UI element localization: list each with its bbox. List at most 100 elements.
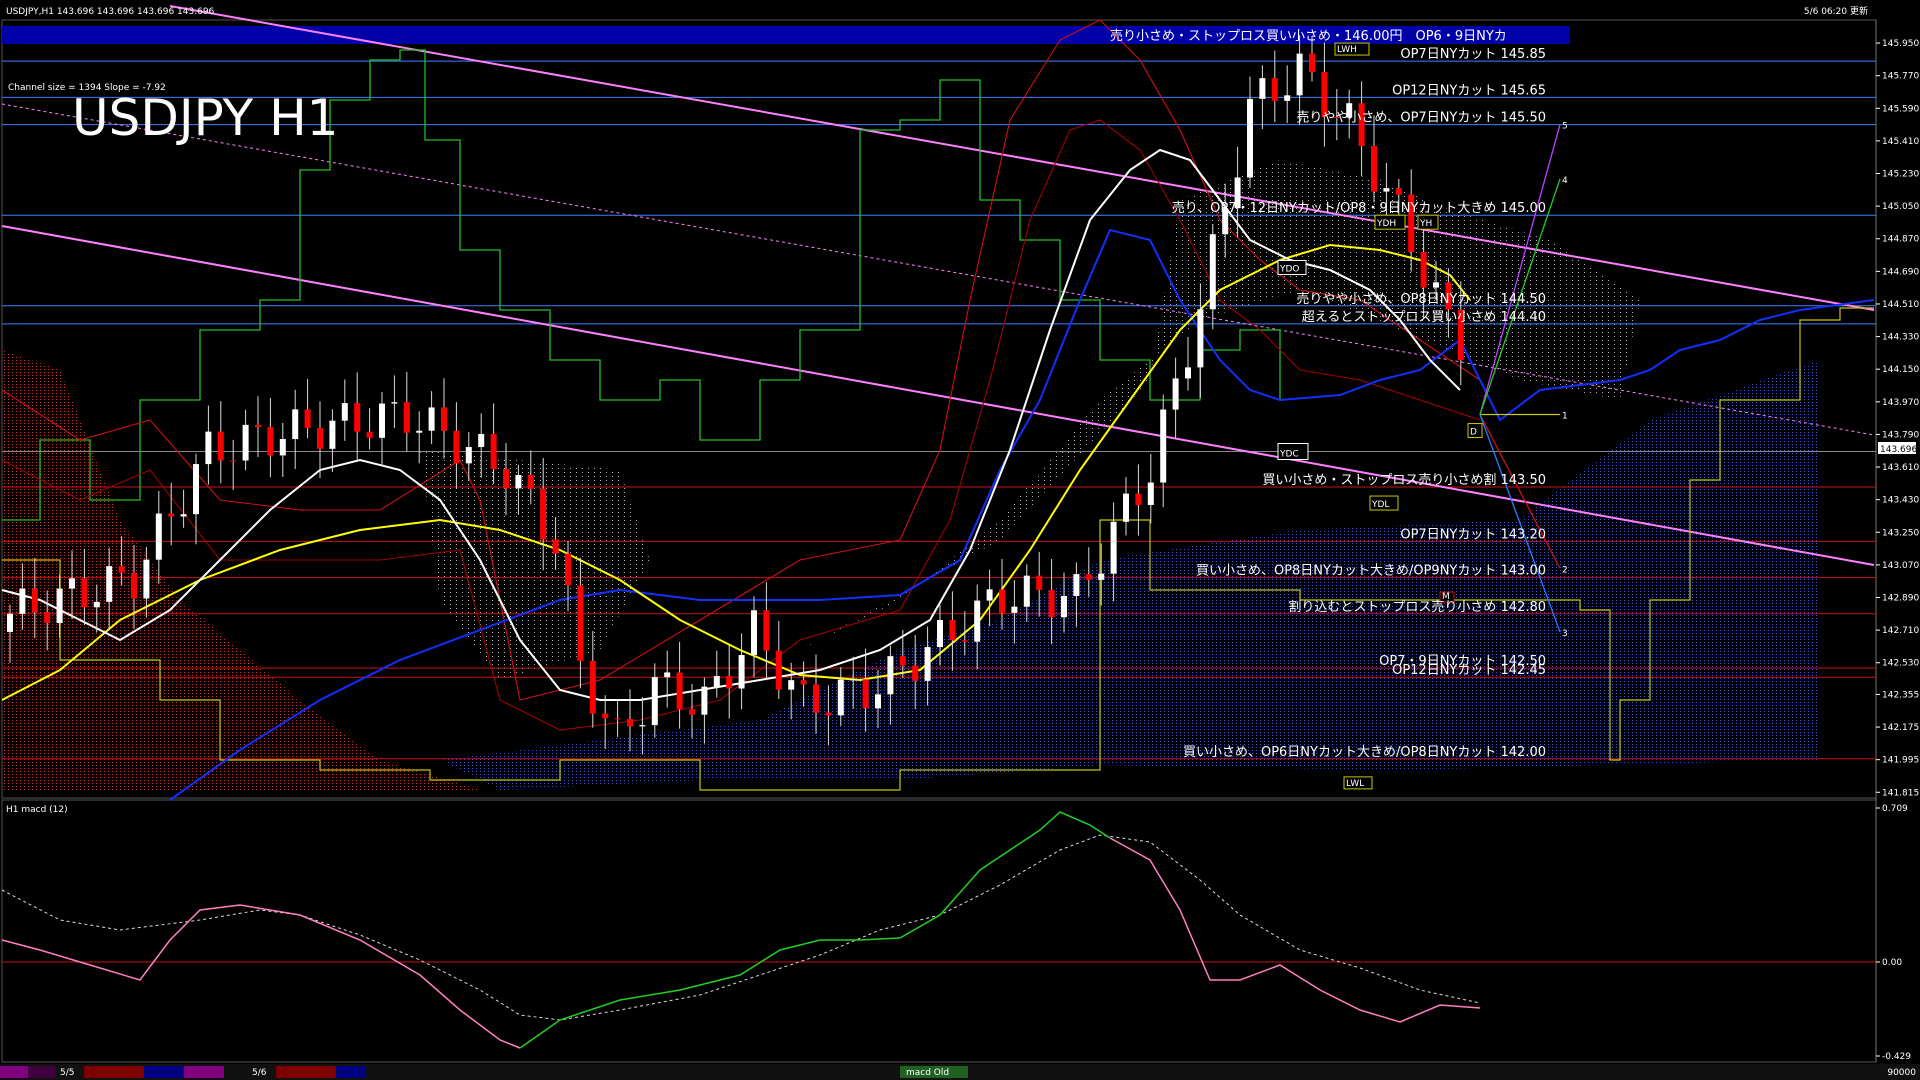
candle-body [1098, 573, 1105, 580]
macd-line-pink-1 [1, 904, 521, 1049]
candle-body [205, 431, 212, 465]
candle-body [329, 420, 336, 449]
y-axis-ticks: 145.950 145.770 145.590 145.410 145.230 145.0… [1876, 39, 1919, 798]
y-tick-label: 141.815 [1882, 788, 1919, 798]
candle-body [106, 566, 113, 602]
candle-body [1048, 589, 1055, 618]
candle-body [1147, 482, 1154, 506]
candle-body [1011, 606, 1018, 613]
marker-box-label: YH [1419, 219, 1432, 229]
candle-body [713, 676, 720, 687]
candle-body [775, 650, 782, 690]
level-label: 割り込むとストップロス売り小さめ 142.80 [1288, 599, 1546, 615]
candle-body [155, 513, 162, 560]
y-tick-label: 141.995 [1882, 756, 1919, 766]
y-tick-label: 145.050 [1882, 202, 1919, 212]
y-tick-label: 143.970 [1882, 398, 1919, 408]
candle-body [565, 553, 571, 586]
candle-body [453, 430, 460, 464]
candle-body [738, 655, 745, 689]
y-tick-label: 145.230 [1882, 170, 1919, 180]
candle-body [602, 713, 609, 719]
candle-body [800, 680, 807, 685]
candle-body [465, 446, 472, 464]
marker-box-label: YDO [1279, 264, 1300, 274]
y-tick-label: 143.430 [1882, 496, 1919, 506]
candle-body [751, 610, 757, 656]
candle-body [230, 460, 237, 462]
level-label: 売りやや小さめ、OP7日NYカット 145.50 [1296, 110, 1546, 126]
candle-body [7, 613, 13, 632]
macd-tab-label[interactable]: macd Old [906, 1068, 949, 1078]
candle-body [651, 677, 658, 726]
candle-body [813, 684, 819, 713]
macd-tick-label: 0.00 [1882, 958, 1902, 968]
candle-body [403, 402, 410, 433]
candle-body [366, 431, 373, 438]
y-tick-label: 142.530 [1882, 659, 1919, 669]
candle-body [1061, 595, 1067, 618]
scenario-label: 1 [1562, 412, 1568, 422]
y-tick-label: 144.870 [1882, 235, 1919, 245]
candle-body [267, 427, 274, 456]
candle-body [577, 585, 584, 661]
candle-body [1023, 575, 1030, 607]
candle-body [664, 672, 671, 678]
scenario-label: 5 [1562, 122, 1568, 132]
candle-body [974, 600, 981, 642]
candle-body [639, 725, 646, 727]
candle-body [69, 578, 75, 589]
candle-body [490, 433, 497, 470]
macd-panel: 0.709 0.00 -0.429 [1, 804, 1911, 1062]
candle-body [1259, 78, 1266, 99]
candle-body [1036, 575, 1043, 590]
level-label: OP12日NYカット 145.65 [1392, 83, 1546, 98]
candle-body [304, 409, 311, 429]
candle-body [887, 656, 894, 695]
level-label: 売り、OP7・12日NYカット/OP8・9日NYカット大きめ 145.00 [1172, 200, 1546, 216]
candle-body [131, 572, 137, 599]
bottom-date-2: 5/6 [252, 1068, 267, 1078]
bottom-right-value: 90000 [1887, 1068, 1916, 1078]
candle-body [44, 612, 51, 624]
y-tick-label: 145.770 [1882, 72, 1919, 82]
candle-body [825, 712, 832, 716]
candle-body [317, 428, 323, 449]
candle-body [1247, 98, 1253, 178]
candle-body [726, 676, 733, 689]
candle-body [875, 694, 881, 709]
marker-box-label: YDL [1371, 500, 1389, 510]
candle-body [1172, 378, 1179, 410]
candle-body [1185, 367, 1191, 379]
candle-body [701, 686, 708, 715]
macd-tick-label: -0.429 [1882, 1052, 1911, 1062]
candle-body [850, 679, 857, 681]
candle-body [279, 439, 286, 456]
current-price: 143.696 [1880, 445, 1917, 455]
candle-body [515, 474, 522, 489]
macd-tick-label: 0.709 [1882, 804, 1908, 814]
candle-body [379, 403, 385, 438]
candle-body [540, 488, 547, 540]
candle-body [589, 660, 596, 714]
candle-body [763, 610, 770, 651]
y-tick-label: 145.410 [1882, 137, 1919, 147]
candle-body [428, 407, 435, 431]
y-tick-label: 143.070 [1882, 561, 1919, 571]
candle-body [441, 407, 447, 431]
candle-body [1420, 252, 1427, 288]
marker-box-label: YDH [1376, 219, 1396, 229]
candle-body [899, 656, 906, 666]
candle-body [255, 424, 261, 428]
candle-body [614, 718, 621, 720]
candle-body [354, 403, 361, 432]
candle-body [1271, 78, 1278, 101]
marker-box-label: YDC [1279, 449, 1299, 459]
candle-body [689, 709, 695, 715]
bottom-date-1: 5/5 [60, 1068, 74, 1078]
candle-body [1433, 282, 1439, 288]
candle-body [93, 601, 100, 608]
chart-canvas: 54123LWHYDHYDOYDCYDLLWLYHDM 売り小さめ・ストップロス… [0, 5, 1920, 1080]
marker-box-label: LWL [1346, 779, 1364, 789]
y-tick-label: 144.510 [1882, 300, 1919, 310]
